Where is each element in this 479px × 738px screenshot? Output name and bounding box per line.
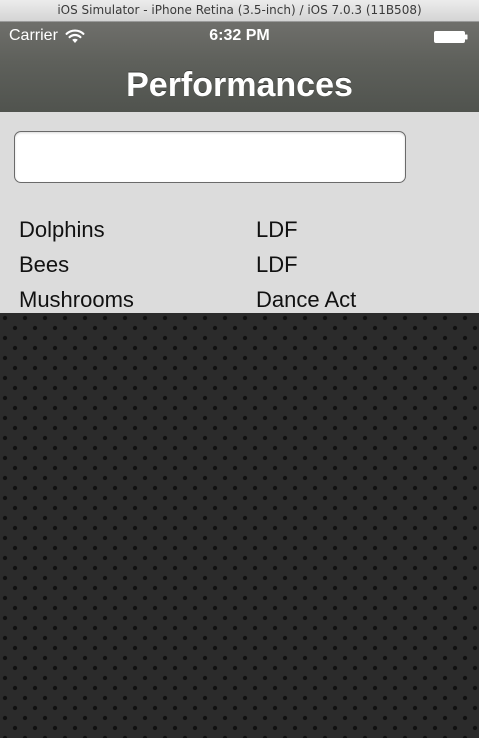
list-item[interactable]: Bees LDF [0, 247, 479, 282]
list-item[interactable]: Dolphins LDF [0, 212, 479, 247]
navigation-bar: Carrier 6:32 PM Performances [0, 22, 479, 112]
performances-panel: Dolphins LDF Bees LDF Mushrooms Dance Ac… [0, 112, 479, 313]
performance-name: Mushrooms [19, 287, 134, 312]
performance-type: Dance Act [256, 287, 357, 312]
device-screen: Carrier 6:32 PM Performances Dolphins LD… [0, 22, 479, 738]
background-pattern [0, 313, 479, 738]
status-bar: Carrier 6:32 PM [0, 22, 479, 50]
performance-name: Dolphins [19, 217, 105, 242]
simulator-window-title: iOS Simulator - iPhone Retina (3.5-inch)… [0, 0, 479, 22]
search-input[interactable] [14, 131, 406, 183]
performance-type: LDF [256, 252, 298, 277]
performance-type: LDF [256, 217, 298, 242]
performance-name: Bees [19, 252, 70, 277]
battery-icon [434, 30, 468, 43]
page-title: Performances [126, 66, 353, 104]
list-item[interactable]: Mushrooms Dance Act [0, 282, 479, 317]
status-time: 6:32 PM [209, 27, 270, 44]
